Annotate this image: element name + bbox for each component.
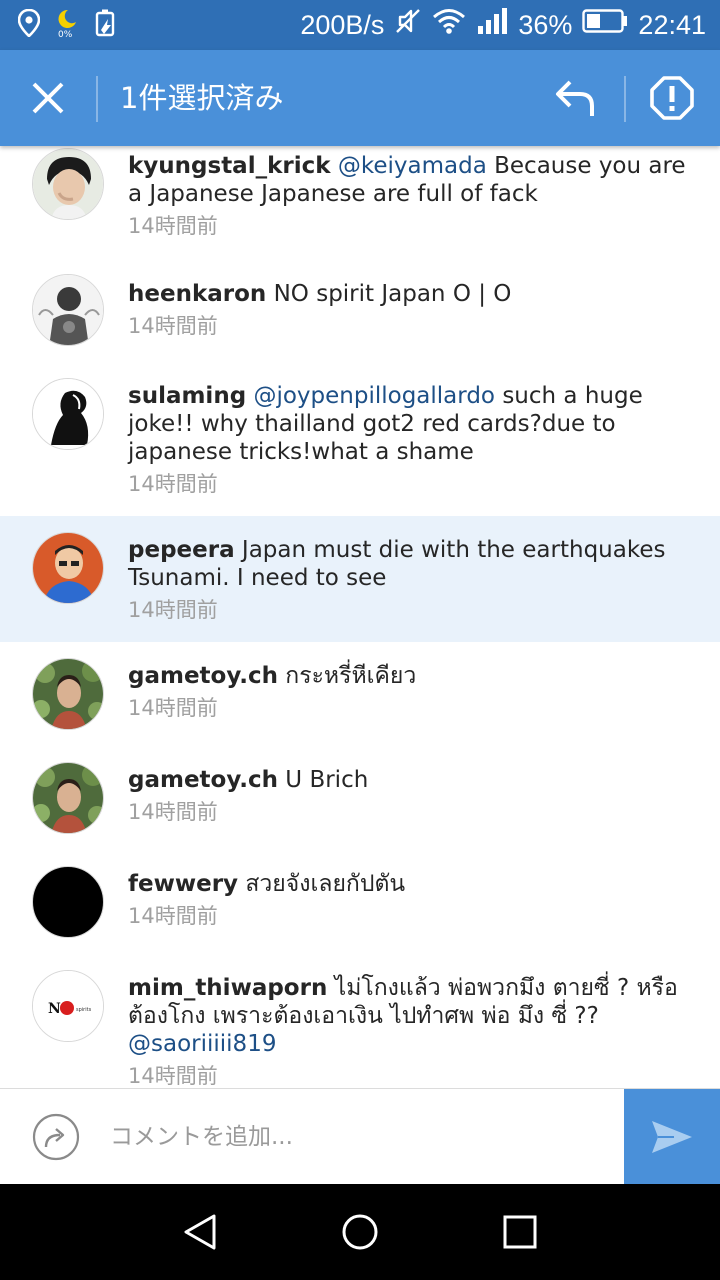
signal-icon [476,7,508,43]
avatar[interactable] [32,762,104,834]
location-icon [17,8,41,42]
svg-text:0%: 0% [58,30,73,38]
report-icon[interactable] [648,74,696,122]
comment-row[interactable]: sulaming @joypenpillogallardo such a hug… [0,346,720,516]
timestamp: 14時間前 [128,800,218,824]
username[interactable]: fewwery [128,871,238,897]
comment-row[interactable]: heenkaron NO spirit Japan O | O 14時間前 [0,248,720,346]
network-speed: 200B/s [300,10,385,40]
recent-apps-icon[interactable] [500,1212,540,1257]
timestamp: 14時間前 [128,314,218,338]
username[interactable]: kyungstal_krick [128,153,331,179]
moon-icon: 0% [54,8,80,43]
mention-link[interactable]: @saoriiiii819 [128,1031,276,1057]
username[interactable]: mim_thiwaporn [128,975,327,1001]
home-icon[interactable] [340,1212,380,1257]
comment-row[interactable]: kyungstal_krick @keiyamada Because you a… [0,146,720,248]
comment-text: fewwery สวยจังเลยกัปตัน [128,870,688,898]
avatar[interactable] [32,866,104,938]
share-icon[interactable] [32,1113,80,1161]
username[interactable]: gametoy.ch [128,767,278,793]
timestamp: 14時間前 [128,1064,218,1088]
comment-text: heenkaron NO spirit Japan O | O [128,280,688,308]
timestamp: 14時間前 [128,472,218,496]
comment-text: gametoy.ch U Brich [128,766,688,794]
timestamp: 14時間前 [128,904,218,928]
navigation-bar [0,1184,720,1280]
comment-row-selected[interactable]: pepeera Japan must die with the earthqua… [0,516,720,642]
username[interactable]: pepeera [128,537,235,563]
mute-icon [394,7,422,43]
reply-icon[interactable] [552,74,600,122]
selection-action-bar: 1件選択済み [0,50,720,146]
send-icon [652,1121,692,1153]
mention-link[interactable]: @joypenpillogallardo [253,383,495,409]
comment-body: กระหรี่หีเคียว [277,663,417,689]
avatar[interactable] [32,532,104,604]
timestamp: 14時間前 [128,598,218,622]
username[interactable]: sulaming [128,383,246,409]
send-button[interactable] [624,1089,720,1185]
comment-text: mim_thiwaporn ไม่โกงแล้ว พ่อพวกมึง ตายซี… [128,974,688,1058]
comment-input[interactable] [96,1109,606,1165]
comment-text: sulaming @joypenpillogallardo such a hug… [128,382,688,466]
timestamp: 14時間前 [128,696,218,720]
avatar[interactable] [32,274,104,346]
divider [624,76,626,122]
comment-text: kyungstal_krick @keiyamada Because you a… [128,152,688,208]
comment-text: pepeera Japan must die with the earthqua… [128,536,688,592]
divider [96,76,98,122]
status-bar: 0% 200B/s 36% 22:41 [0,0,720,50]
comment-body: สวยจังเลยกัปตัน [238,871,406,897]
battery-percent: 36% [518,10,573,40]
comment-body: NO spirit Japan O | O [266,281,512,307]
timestamp: 14時間前 [128,214,218,238]
comment-text: gametoy.ch กระหรี่หีเคียว [128,662,688,690]
battery-icon [582,8,628,42]
avatar[interactable] [32,148,104,220]
comment-body: U Brich [277,767,369,793]
comment-row[interactable]: Nspirits mim_thiwaporn ไม่โกงแล้ว พ่อพวก… [0,954,720,1088]
close-icon[interactable] [24,74,72,122]
comments-list[interactable]: kyungstal_krick @keiyamada Because you a… [0,146,720,1088]
selection-title: 1件選択済み [120,81,284,115]
comment-row[interactable]: gametoy.ch U Brich 14時間前 [0,746,720,850]
avatar[interactable]: Nspirits [32,970,104,1042]
comment-input-bar [0,1088,720,1185]
logo-letter: N [48,1001,61,1017]
username[interactable]: heenkaron [128,281,266,307]
back-icon[interactable] [180,1212,220,1257]
username[interactable]: gametoy.ch [128,663,278,689]
mention-link[interactable]: @keiyamada [338,153,487,179]
comment-row[interactable]: gametoy.ch กระหรี่หีเคียว 14時間前 [0,642,720,746]
clock: 22:41 [638,10,706,40]
logo-small-text: spirits [76,1007,92,1013]
wifi-icon [432,7,466,43]
comment-row[interactable]: fewwery สวยจังเลยกัปตัน 14時間前 [0,850,720,954]
battery-saver-icon [94,8,118,43]
avatar[interactable] [32,658,104,730]
avatar[interactable] [32,378,104,450]
